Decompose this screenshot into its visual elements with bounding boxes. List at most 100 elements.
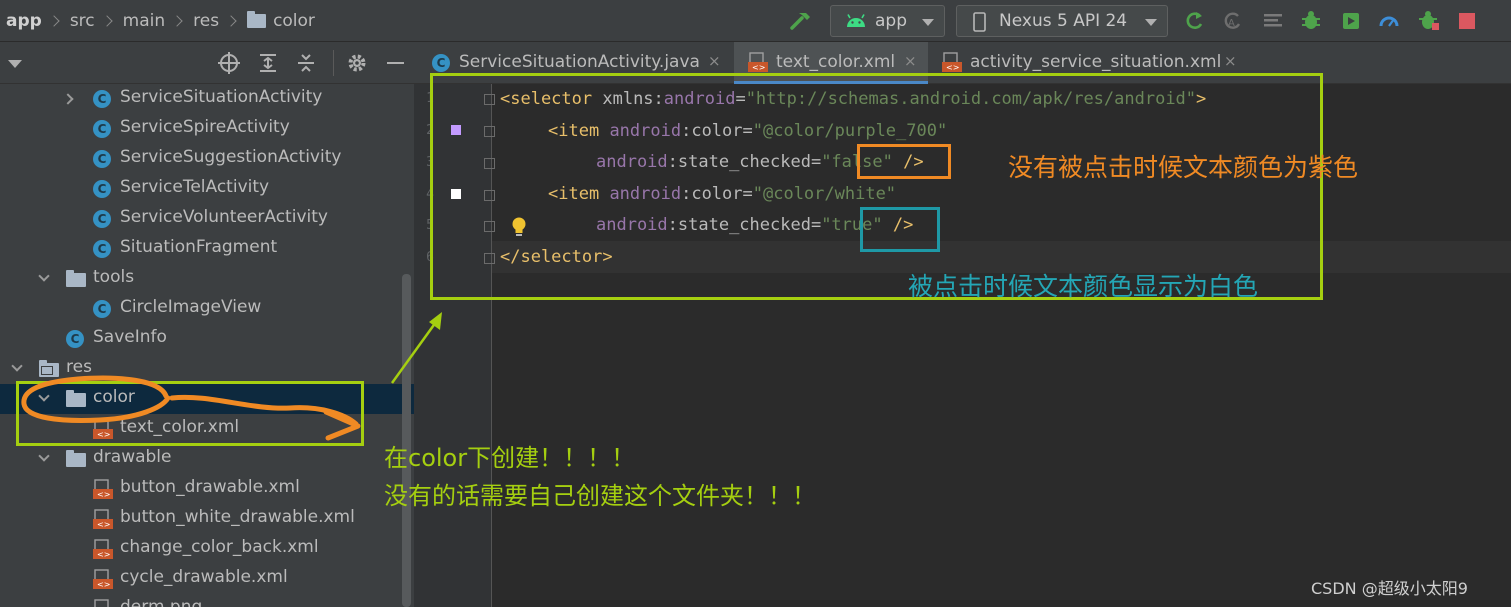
run-config-label: app: [875, 11, 907, 31]
build-hammer-icon[interactable]: [788, 9, 812, 33]
class-icon: C: [93, 180, 111, 198]
annotation-false-box: [857, 144, 951, 179]
tree-item-label: ServiceSuggestionActivity: [120, 147, 342, 167]
svg-text:<>: <>: [97, 580, 110, 589]
gear-icon[interactable]: [346, 52, 368, 74]
profiler-gauge-icon[interactable]: [1378, 10, 1400, 32]
svg-text:<>: <>: [946, 63, 959, 72]
close-icon[interactable]: ×: [708, 52, 721, 70]
class-icon: C: [432, 54, 450, 72]
tree-item-button-white-drawable-xml[interactable]: <> button_white_drawable.xml: [0, 504, 414, 534]
phone-icon: [973, 12, 986, 32]
stop-debug-bug-icon[interactable]: [1418, 10, 1440, 32]
annotation-folder-note-2: 没有的话需要自己创建这个文件夹！！！: [384, 482, 816, 510]
logcat-icon[interactable]: [1262, 10, 1284, 32]
svg-text:A: A: [1228, 18, 1235, 29]
xml-file-icon: <>: [93, 569, 113, 589]
chevron-down-icon[interactable]: [38, 450, 50, 462]
class-icon: C: [93, 90, 111, 108]
tree-item-drawable[interactable]: drawable: [0, 444, 414, 474]
tree-item-circleimageview[interactable]: C CircleImageView: [0, 294, 414, 324]
tree-item-label: ServiceSpireActivity: [120, 117, 290, 137]
close-icon[interactable]: ×: [1224, 52, 1237, 70]
tree-item-cycle-drawable-xml[interactable]: <> cycle_drawable.xml: [0, 564, 414, 594]
stop-icon[interactable]: [1456, 10, 1478, 32]
project-panel-header: [0, 42, 414, 84]
chevron-down-icon[interactable]: [38, 270, 50, 282]
tree-item-servicesituationactivity[interactable]: C ServiceSituationActivity: [0, 84, 414, 114]
run-config-select[interactable]: app: [830, 5, 945, 37]
tree-item-derm-png[interactable]: derm.png: [0, 594, 414, 607]
class-icon: C: [93, 300, 111, 318]
chevron-right-icon: [171, 15, 183, 27]
tree-item-label: ServiceVolunteerActivity: [120, 207, 328, 227]
tab-label: activity_service_situation.xml: [970, 52, 1222, 72]
xml-file-icon: <>: [93, 479, 113, 499]
tree-item-servicespireactivity[interactable]: C ServiceSpireActivity: [0, 114, 414, 144]
tree-item-label: res: [66, 357, 92, 377]
tree-item-label: ServiceSituationActivity: [120, 87, 323, 107]
chevron-right-icon[interactable]: [62, 93, 74, 105]
xml-file-icon: <>: [93, 509, 113, 529]
tree-item-situationfragment[interactable]: C SituationFragment: [0, 234, 414, 264]
debug-bug-icon[interactable]: [1300, 10, 1322, 32]
expand-all-icon[interactable]: [257, 52, 279, 74]
chevron-down-icon[interactable]: [11, 360, 23, 372]
android-icon: [847, 14, 865, 27]
tree-item-serviceteldactivity[interactable]: C ServiceTelActivity: [0, 174, 414, 204]
svg-text:<>: <>: [97, 550, 110, 559]
apply-changes-icon[interactable]: [1183, 10, 1205, 32]
breadcrumb-item-src[interactable]: src: [70, 11, 95, 31]
tree-item-label: derm.png: [120, 597, 203, 607]
tree-item-change-color-back-xml[interactable]: <> change_color_back.xml: [0, 534, 414, 564]
attach-debugger-icon[interactable]: [1340, 10, 1362, 32]
tree-item-label: ServiceTelActivity: [120, 177, 270, 197]
device-select[interactable]: Nexus 5 API 24: [956, 5, 1168, 37]
divider: [333, 50, 334, 76]
annotation-true-note: 被点击时候文本颜色显示为白色: [908, 272, 1259, 301]
annotation-code-box: [430, 73, 1323, 300]
chevron-right-icon: [100, 15, 113, 27]
caret-down-icon: [1145, 19, 1157, 26]
tree-item-button-drawable-xml[interactable]: <> button_drawable.xml: [0, 474, 414, 504]
tree-item-label: button_white_drawable.xml: [120, 507, 355, 527]
collapse-all-icon[interactable]: [295, 52, 317, 74]
tree-item-label: cycle_drawable.xml: [120, 567, 288, 587]
tree-item-label: change_color_back.xml: [120, 537, 319, 557]
svg-text:<>: <>: [97, 490, 110, 499]
image-file-icon: [94, 599, 109, 607]
breadcrumb-item-res[interactable]: res: [193, 11, 219, 31]
watermark: CSDN @超级小太阳9: [1311, 579, 1468, 598]
locate-target-icon[interactable]: [218, 52, 240, 74]
tree-item-label: button_drawable.xml: [120, 477, 300, 497]
class-icon: C: [93, 120, 111, 138]
apply-code-changes-icon[interactable]: A: [1221, 10, 1243, 32]
tab-label: text_color.xml: [776, 52, 896, 72]
xml-file-icon: <>: [748, 52, 768, 72]
annotation-folder-box: [16, 381, 364, 446]
breadcrumb-item-color[interactable]: color: [273, 11, 315, 31]
xml-file-icon: <>: [93, 539, 113, 559]
class-icon: C: [93, 210, 111, 228]
class-icon: C: [93, 150, 111, 168]
tree-item-res[interactable]: res: [0, 354, 414, 384]
tree-item-saveinfo[interactable]: C SaveInfo: [0, 324, 414, 354]
collapse-toggle-icon[interactable]: [8, 60, 22, 68]
svg-text:<>: <>: [97, 520, 110, 529]
tree-item-tools[interactable]: tools: [0, 264, 414, 294]
tree-item-label: CircleImageView: [120, 297, 262, 317]
res-folder-icon: [39, 360, 59, 377]
breadcrumb-item-main[interactable]: main: [123, 11, 165, 31]
class-icon: C: [66, 330, 84, 348]
breadcrumb-item-app[interactable]: app: [6, 11, 42, 31]
tree-item-label: tools: [93, 267, 135, 287]
chevron-right-icon: [48, 15, 60, 27]
package-folder-icon: [66, 270, 86, 287]
tree-item-servicevolunteeractivity[interactable]: C ServiceVolunteerActivity: [0, 204, 414, 234]
close-icon[interactable]: ×: [904, 52, 917, 70]
minimize-icon[interactable]: [387, 62, 404, 64]
svg-text:<>: <>: [752, 63, 765, 72]
tree-item-label: drawable: [93, 447, 172, 467]
tree-item-servicesuggestionactivity[interactable]: C ServiceSuggestionActivity: [0, 144, 414, 174]
xml-file-icon: <>: [942, 52, 962, 72]
